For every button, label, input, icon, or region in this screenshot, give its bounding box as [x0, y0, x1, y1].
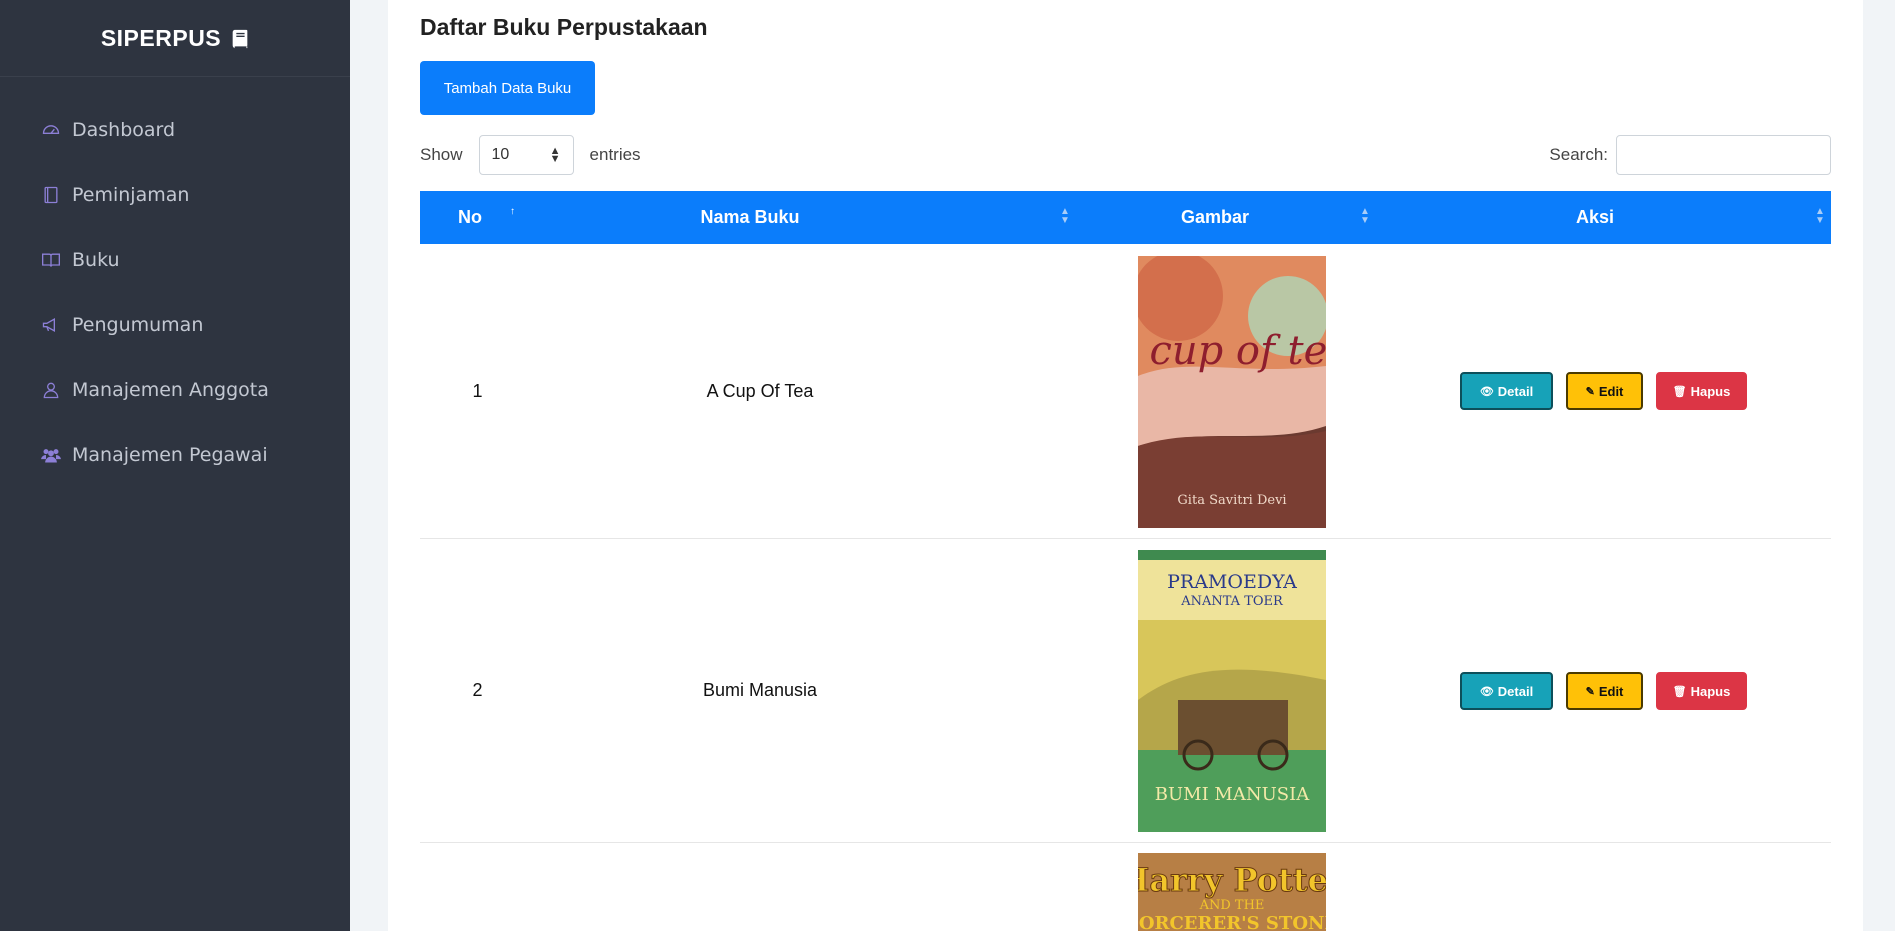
add-book-button[interactable]: Tambah Data Buku — [420, 61, 595, 115]
cover-author: Gita Savitri Devi — [1177, 493, 1286, 508]
trash-icon: 🗑 — [1672, 685, 1687, 698]
users-icon — [40, 444, 62, 466]
sidebar-item-label: Manajemen Anggota — [72, 378, 269, 401]
column-header-gambar[interactable]: Gambar — [1080, 191, 1350, 244]
sort-both-icon: ▲ ▼ — [1815, 206, 1825, 226]
user-icon — [40, 379, 62, 401]
cell-book-title: Bumi Manusia — [702, 680, 818, 700]
sidebar-item-label: Pengumuman — [72, 313, 204, 336]
column-header-label: No — [458, 207, 482, 227]
sidebar-item-peminjaman[interactable]: Peminjaman — [0, 162, 350, 227]
table-header: No ↑ Nama Buku ▲ ▼ Gambar ▲ ▼ Aksi ▲ ▼ — [420, 191, 1831, 244]
content-card: Daftar Buku Perpustakaan Tambah Data Buk… — [388, 0, 1863, 931]
detail-label: Detail — [1497, 383, 1534, 399]
edit-button[interactable]: ✎ Edit — [1566, 372, 1643, 410]
sidebar-item-manajemen-pegawai[interactable]: Manajemen Pegawai — [0, 422, 350, 487]
sidebar-item-pengumuman[interactable]: Pengumuman — [0, 292, 350, 357]
book-cover-image: a cup of tea Gita Savitri Devi — [1113, 251, 1351, 528]
cover-subtitle: AND THE — [1199, 898, 1265, 913]
row-actions: 👁 Detail ✎ Edit 🗑 Hapus — [1460, 672, 1747, 710]
edit-label: Edit — [1598, 383, 1624, 399]
cell-book-title: A Cup Of Tea — [706, 380, 814, 401]
edit-button[interactable]: ✎ Edit — [1566, 672, 1643, 710]
sidebar-item-label: Buku — [72, 248, 120, 271]
entries-label: entries — [589, 145, 641, 164]
cover-author: PRAMOEDYA — [1167, 571, 1297, 593]
entries-select[interactable]: 10 ▲ ▼ — [478, 135, 574, 175]
book-cover-image: PRAMOEDYA ANANTA TOER BUMI MANUSIA — [1138, 550, 1326, 832]
cover-author-second: ANANTA TOER — [1180, 594, 1284, 609]
sidebar-nav: Dashboard Peminjaman Buku Pengumuman Man… — [0, 77, 350, 487]
page-title: Daftar Buku Perpustakaan — [420, 14, 708, 40]
select-caret-icon: ▲ ▼ — [549, 145, 561, 165]
brand-title: SIPERPUS — [100, 24, 222, 51]
eye-icon: 👁 — [1479, 685, 1494, 698]
table-search: Search: — [1549, 135, 1831, 175]
detail-button[interactable]: 👁 Detail — [1460, 372, 1553, 410]
table-row: Harry Potter AND THE SORCERER'S STONE — [420, 843, 1831, 931]
column-header-label: Nama Buku — [700, 207, 800, 227]
sidebar-item-manajemen-anggota[interactable]: Manajemen Anggota — [0, 357, 350, 422]
column-header-nama-buku[interactable]: Nama Buku — [530, 191, 970, 244]
search-input[interactable] — [1616, 135, 1831, 175]
entries-select-value: 10 — [491, 146, 510, 163]
edit-label: Edit — [1598, 683, 1624, 699]
dashboard-icon — [40, 119, 62, 141]
cover-title: BUMI MANUSIA — [1155, 784, 1310, 805]
cover-subtitle-2: SORCERER'S STONE — [1138, 913, 1326, 931]
sidebar-item-dashboard[interactable]: Dashboard — [0, 97, 350, 162]
sort-both-icon: ▲ ▼ — [1360, 206, 1370, 226]
row-actions: 👁 Detail ✎ Edit 🗑 Hapus — [1460, 372, 1747, 410]
column-header-label: Aksi — [1575, 207, 1615, 227]
detail-label: Detail — [1497, 683, 1534, 699]
sort-asc-icon: ↑ — [510, 206, 515, 217]
delete-button[interactable]: 🗑 Hapus — [1656, 372, 1747, 410]
brand[interactable]: SIPERPUS — [0, 0, 350, 77]
entries-length-control: Show 10 ▲ ▼ entries — [420, 135, 641, 175]
sidebar-item-label: Dashboard — [72, 118, 176, 141]
sidebar-item-label: Manajemen Pegawai — [72, 443, 268, 466]
eye-icon: 👁 — [1479, 385, 1494, 398]
detail-button[interactable]: 👁 Detail — [1460, 672, 1553, 710]
column-header-no[interactable]: No — [420, 191, 520, 244]
megaphone-icon — [40, 314, 62, 336]
book-closed-icon — [40, 184, 62, 206]
book-icon — [229, 28, 249, 49]
sidebar-item-label: Peminjaman — [72, 183, 190, 206]
cover-title: Harry Potter — [1138, 861, 1326, 899]
table-row: 2 Bumi Manusia PRAMOEDYA ANANTA TOER BUM… — [420, 539, 1831, 843]
column-header-aksi[interactable]: Aksi — [1380, 191, 1810, 244]
cell-no: 2 — [472, 680, 483, 700]
cover-title: a cup of tea — [1138, 328, 1326, 374]
pencil-icon: ✎ — [1585, 385, 1595, 398]
search-label: Search: — [1549, 145, 1608, 164]
cell-no: 1 — [472, 380, 483, 401]
delete-label: Hapus — [1690, 683, 1731, 699]
book-open-icon — [40, 249, 62, 271]
delete-label: Hapus — [1690, 383, 1731, 399]
sort-both-icon: ▲ ▼ — [1060, 206, 1070, 226]
table-row: 1 A Cup Of Tea a cup of tea Gita Savitri… — [420, 244, 1831, 539]
trash-icon: 🗑 — [1672, 385, 1687, 398]
column-header-label: Gambar — [1180, 207, 1250, 227]
book-cover-image: Harry Potter AND THE SORCERER'S STONE — [1138, 853, 1326, 931]
sidebar-item-buku[interactable]: Buku — [0, 227, 350, 292]
pencil-icon: ✎ — [1585, 685, 1595, 698]
sidebar: SIPERPUS Dashboard Peminjaman Buku Pengu… — [0, 0, 350, 931]
show-label: Show — [420, 145, 463, 164]
delete-button[interactable]: 🗑 Hapus — [1656, 672, 1747, 710]
